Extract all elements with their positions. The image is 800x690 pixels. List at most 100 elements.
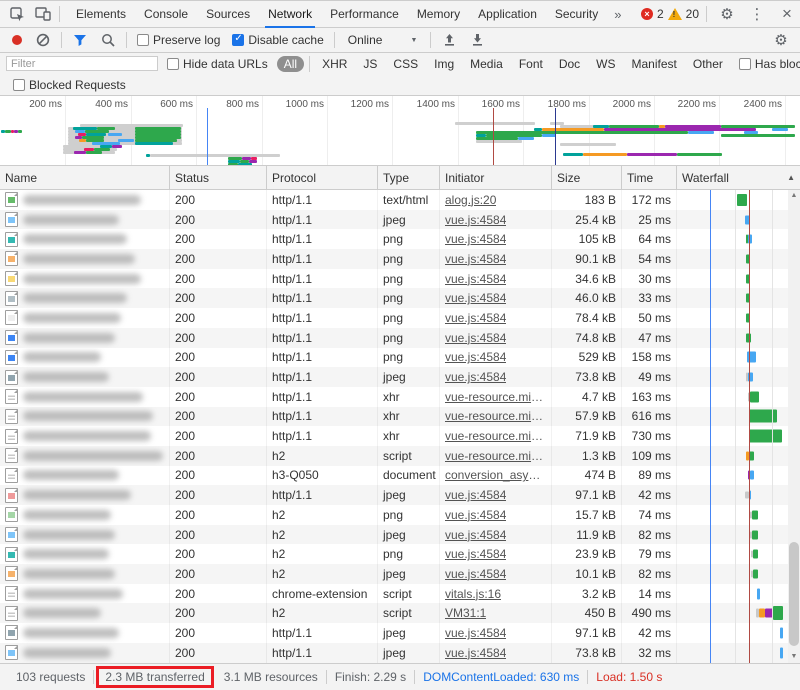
tab-network[interactable]: Network bbox=[259, 1, 321, 28]
cell-name[interactable] bbox=[0, 525, 170, 545]
initiator-link[interactable]: vue.js:4584 bbox=[445, 232, 506, 246]
settings-gear-icon[interactable]: ⚙ bbox=[714, 2, 740, 26]
table-row[interactable]: 200http/1.1jpegvue.js:458497.1 kB42 ms bbox=[0, 623, 800, 643]
table-row[interactable]: 200h3-Q050documentconversion_async.js…47… bbox=[0, 466, 800, 486]
initiator-link[interactable]: vue.js:4584 bbox=[445, 272, 506, 286]
filter-pill-img[interactable]: Img bbox=[427, 56, 461, 72]
hide-data-urls-checkbox[interactable]: Hide data URLs bbox=[167, 57, 268, 71]
cell-name[interactable] bbox=[0, 407, 170, 427]
initiator-link[interactable]: vue.js:4584 bbox=[445, 567, 506, 581]
inspect-element-icon[interactable] bbox=[4, 2, 30, 26]
initiator-link[interactable]: alog.js:20 bbox=[445, 193, 496, 207]
table-row[interactable]: 200http/1.1text/htmlalog.js:20183 B172 m… bbox=[0, 190, 800, 210]
filter-pill-media[interactable]: Media bbox=[463, 56, 510, 72]
initiator-link[interactable]: vue.js:4584 bbox=[445, 626, 506, 640]
table-row[interactable]: 200http/1.1pngvue.js:4584105 kB64 ms bbox=[0, 229, 800, 249]
more-tabs-button[interactable]: » bbox=[607, 7, 628, 22]
close-icon[interactable]: × bbox=[774, 2, 800, 26]
cell-name[interactable] bbox=[0, 348, 170, 368]
cell-name[interactable] bbox=[0, 210, 170, 230]
initiator-link[interactable]: vue-resource.min.js:7 bbox=[445, 409, 546, 423]
column-header-name[interactable]: Name bbox=[0, 166, 170, 189]
table-row[interactable]: 200h2jpegvue.js:458411.9 kB82 ms bbox=[0, 525, 800, 545]
tab-sources[interactable]: Sources bbox=[197, 1, 259, 28]
table-row[interactable]: 200http/1.1jpegvue.js:458497.1 kB42 ms bbox=[0, 485, 800, 505]
cell-name[interactable] bbox=[0, 623, 170, 643]
table-row[interactable]: 200http/1.1jpegvue.js:458473.8 kB49 ms bbox=[0, 367, 800, 387]
column-header-protocol[interactable]: Protocol bbox=[267, 166, 378, 189]
record-icon[interactable] bbox=[12, 35, 22, 45]
table-row[interactable]: 200http/1.1pngvue.js:458478.4 kB50 ms bbox=[0, 308, 800, 328]
table-row[interactable]: 200http/1.1pngvue.js:458474.8 kB47 ms bbox=[0, 328, 800, 348]
table-row[interactable]: 200h2jpegvue.js:458410.1 kB82 ms bbox=[0, 564, 800, 584]
filter-pill-font[interactable]: Font bbox=[512, 56, 550, 72]
cell-name[interactable] bbox=[0, 584, 170, 604]
warning-count[interactable]: 20 bbox=[686, 7, 699, 21]
export-har-icon[interactable] bbox=[464, 28, 490, 52]
column-header-status[interactable]: Status bbox=[170, 166, 267, 189]
column-header-initiator[interactable]: Initiator bbox=[440, 166, 552, 189]
device-toolbar-icon[interactable] bbox=[30, 2, 56, 26]
cell-name[interactable] bbox=[0, 485, 170, 505]
network-overview-timeline[interactable]: 200 ms400 ms600 ms800 ms1000 ms1200 ms14… bbox=[0, 96, 800, 166]
table-row[interactable]: 200h2scriptvue-resource.min.js:71.3 kB10… bbox=[0, 446, 800, 466]
table-row[interactable]: 200http/1.1xhrvue-resource.min.js:771.9 … bbox=[0, 426, 800, 446]
filter-funnel-icon[interactable] bbox=[67, 28, 93, 52]
column-header-time[interactable]: Time bbox=[622, 166, 677, 189]
initiator-link[interactable]: vue.js:4584 bbox=[445, 252, 506, 266]
initiator-link[interactable]: vue-resource.min.js:7 bbox=[445, 429, 546, 443]
vertical-scrollbar[interactable]: ▲▼ bbox=[788, 190, 800, 663]
column-header-type[interactable]: Type bbox=[378, 166, 440, 189]
cell-name[interactable] bbox=[0, 387, 170, 407]
cell-name[interactable] bbox=[0, 308, 170, 328]
filter-pill-xhr[interactable]: XHR bbox=[315, 56, 354, 72]
cell-name[interactable] bbox=[0, 446, 170, 466]
table-row[interactable]: 200http/1.1xhrvue-resource.min.js:74.7 k… bbox=[0, 387, 800, 407]
cell-name[interactable] bbox=[0, 269, 170, 289]
table-row[interactable]: 200http/1.1pngvue.js:4584529 kB158 ms bbox=[0, 348, 800, 368]
initiator-link[interactable]: vitals.js:16 bbox=[445, 587, 501, 601]
initiator-link[interactable]: vue.js:4584 bbox=[445, 547, 506, 561]
filter-pill-manifest[interactable]: Manifest bbox=[625, 56, 684, 72]
cell-name[interactable] bbox=[0, 367, 170, 387]
tab-security[interactable]: Security bbox=[546, 1, 607, 28]
tab-console[interactable]: Console bbox=[135, 1, 197, 28]
column-header-waterfall[interactable]: Waterfall ▲ bbox=[677, 166, 800, 189]
has-blocked-cookies-checkbox[interactable]: Has blocked cookies bbox=[739, 57, 800, 71]
table-row[interactable]: 200http/1.1pngvue.js:458446.0 kB33 ms bbox=[0, 288, 800, 308]
throttling-dropdown[interactable]: Online ▼ bbox=[340, 33, 426, 47]
table-row[interactable]: 200h2scriptVM31:1450 B490 ms bbox=[0, 603, 800, 623]
warning-badge-icon[interactable]: ! bbox=[668, 8, 682, 20]
cell-name[interactable] bbox=[0, 643, 170, 663]
table-row[interactable]: 200http/1.1pngvue.js:458434.6 kB30 ms bbox=[0, 269, 800, 289]
table-row[interactable]: 200chrome-extensionscriptvitals.js:163.2… bbox=[0, 584, 800, 604]
scrollbar-thumb[interactable] bbox=[789, 542, 799, 646]
import-har-icon[interactable] bbox=[436, 28, 462, 52]
cell-name[interactable] bbox=[0, 249, 170, 269]
kebab-menu-icon[interactable]: ⋮ bbox=[744, 2, 770, 26]
initiator-link[interactable]: vue.js:4584 bbox=[445, 213, 506, 227]
cell-name[interactable] bbox=[0, 564, 170, 584]
initiator-link[interactable]: vue.js:4584 bbox=[445, 488, 506, 502]
scroll-down-icon[interactable]: ▼ bbox=[788, 651, 800, 663]
blocked-requests-checkbox[interactable]: Blocked Requests bbox=[13, 78, 126, 92]
initiator-link[interactable]: vue-resource.min.js:7 bbox=[445, 390, 546, 404]
filter-pill-ws[interactable]: WS bbox=[589, 56, 622, 72]
cell-name[interactable] bbox=[0, 603, 170, 623]
clear-icon[interactable] bbox=[30, 28, 56, 52]
initiator-link[interactable]: vue.js:4584 bbox=[445, 311, 506, 325]
filter-input[interactable] bbox=[6, 56, 158, 71]
filter-pill-css[interactable]: CSS bbox=[386, 56, 425, 72]
initiator-link[interactable]: vue-resource.min.js:7 bbox=[445, 449, 546, 463]
tab-memory[interactable]: Memory bbox=[408, 1, 469, 28]
initiator-link[interactable]: vue.js:4584 bbox=[445, 508, 506, 522]
filter-pill-doc[interactable]: Doc bbox=[552, 56, 587, 72]
preserve-log-checkbox[interactable]: Preserve log bbox=[137, 33, 220, 47]
cell-name[interactable] bbox=[0, 288, 170, 308]
cell-name[interactable] bbox=[0, 190, 170, 210]
disable-cache-checkbox[interactable]: Disable cache bbox=[232, 33, 323, 47]
filter-pill-other[interactable]: Other bbox=[686, 56, 730, 72]
network-settings-gear-icon[interactable]: ⚙ bbox=[768, 28, 794, 52]
filter-pill-js[interactable]: JS bbox=[356, 56, 384, 72]
error-badge-icon[interactable]: × bbox=[641, 8, 653, 20]
